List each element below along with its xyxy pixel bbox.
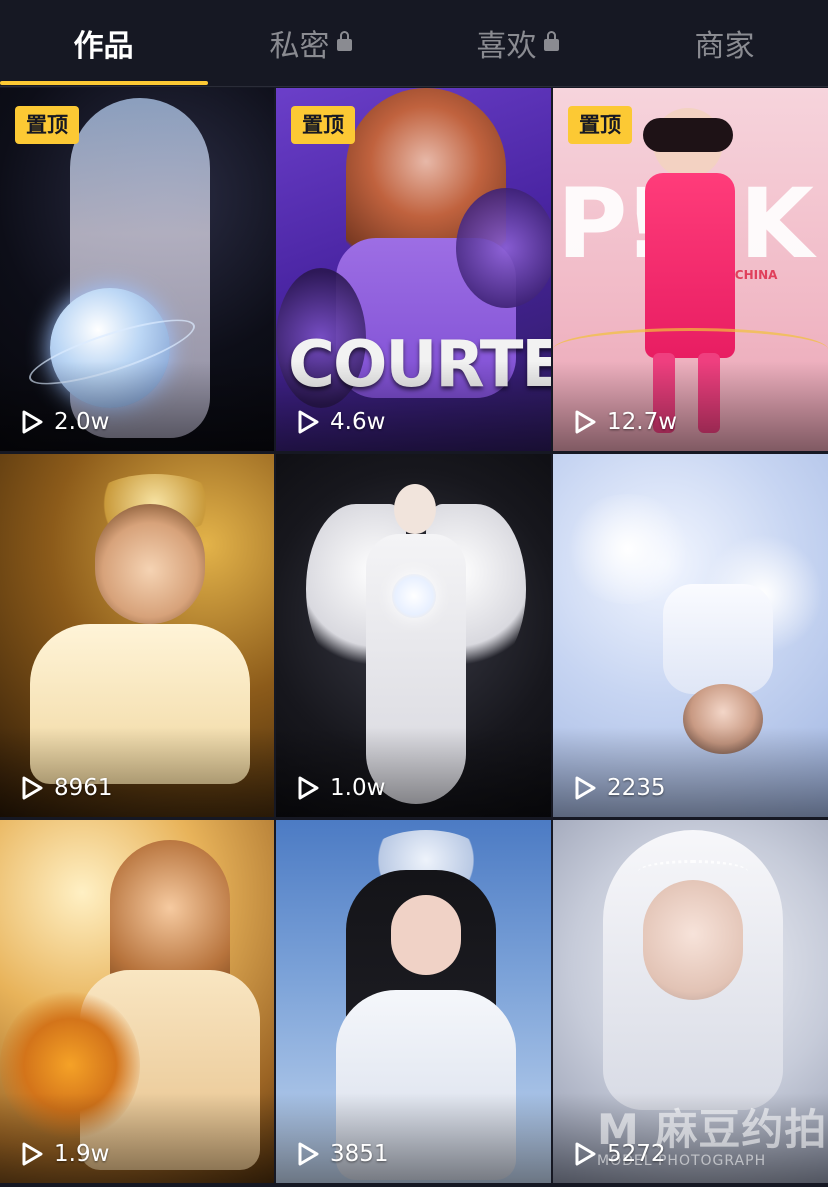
video-tile[interactable]: P!NK CHIC! CHINA 置顶 12.7w [553, 88, 828, 451]
play-count: 3851 [296, 1141, 389, 1167]
profile-tab-bar: 作品 私密 喜欢 商家 [0, 0, 828, 87]
play-count-value: 1.0w [330, 775, 386, 801]
play-count: 5272 [573, 1141, 666, 1167]
tab-merchant[interactable]: 商家 [621, 0, 828, 86]
video-grid: 置顶 2.0w COURTE 置顶 4.6w P!NK CHIC! CHINA … [0, 88, 828, 1187]
video-tile[interactable]: COURTE 置顶 4.6w [276, 88, 551, 451]
play-outline-icon [575, 410, 596, 434]
tab-private[interactable]: 私密 [207, 0, 414, 86]
play-count: 2.0w [20, 409, 109, 435]
video-tile[interactable]: 2235 [553, 454, 828, 817]
play-outline-icon [22, 410, 43, 434]
tab-works[interactable]: 作品 [0, 0, 207, 86]
video-tile[interactable]: 3851 [276, 820, 551, 1183]
lock-icon [336, 31, 352, 52]
lock-icon [543, 31, 559, 52]
play-outline-icon [298, 1142, 319, 1166]
video-tile[interactable]: M 麻豆约拍 MODEL PHOTOGRAPH 5272 [553, 820, 828, 1183]
play-count-value: 3851 [330, 1141, 389, 1167]
play-outline-icon [298, 776, 319, 800]
play-count-value: 12.7w [607, 409, 678, 435]
play-count: 12.7w [573, 409, 677, 435]
video-tile[interactable]: 8961 [0, 454, 274, 817]
active-tab-indicator [0, 81, 208, 85]
play-count: 4.6w [296, 409, 385, 435]
play-count-value: 2.0w [54, 409, 110, 435]
play-count: 2235 [573, 775, 666, 801]
play-count-value: 5272 [607, 1141, 666, 1167]
tab-likes[interactable]: 喜欢 [414, 0, 621, 86]
play-outline-icon [22, 776, 43, 800]
play-count: 1.9w [20, 1141, 109, 1167]
play-count: 1.0w [296, 775, 385, 801]
play-outline-icon [298, 410, 319, 434]
play-outline-icon [575, 1142, 596, 1166]
tab-likes-label: 喜欢 [476, 29, 537, 64]
play-count-value: 8961 [54, 775, 113, 801]
play-count-value: 4.6w [330, 409, 386, 435]
play-outline-icon [22, 1142, 43, 1166]
tab-private-label: 私密 [269, 29, 330, 64]
video-tile[interactable]: 置顶 2.0w [0, 88, 274, 451]
tab-merchant-label: 商家 [694, 29, 755, 64]
video-tile[interactable]: 1.0w [276, 454, 551, 817]
tab-works-label: 作品 [73, 29, 134, 64]
pinned-badge: 置顶 [568, 106, 632, 144]
pinned-badge: 置顶 [15, 106, 79, 144]
play-count: 8961 [20, 775, 113, 801]
play-count-value: 2235 [607, 775, 666, 801]
pinned-badge: 置顶 [291, 106, 355, 144]
play-count-value: 1.9w [54, 1141, 110, 1167]
video-tile[interactable]: 1.9w [0, 820, 274, 1183]
play-outline-icon [575, 776, 596, 800]
